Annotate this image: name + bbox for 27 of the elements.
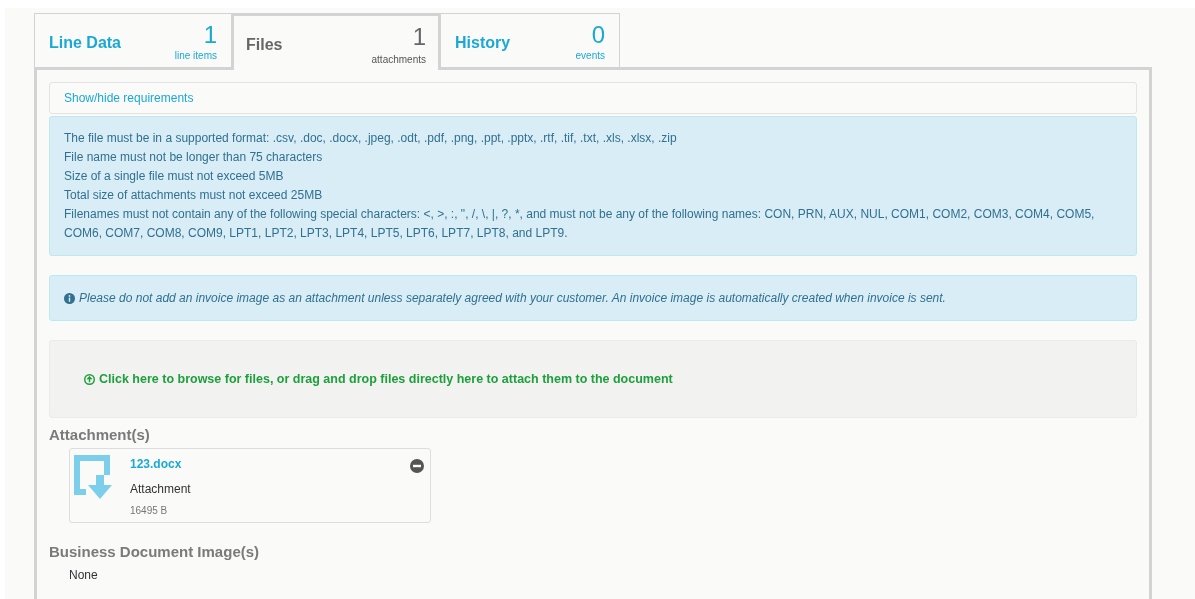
tab-caption: attachments xyxy=(371,53,426,67)
remove-icon[interactable] xyxy=(410,458,424,473)
attachments-heading: Attachment(s) xyxy=(49,425,151,445)
tab[interactable]: History 0 events xyxy=(440,13,620,70)
requirement-text: File name must not be longer than 75 characters xyxy=(64,149,324,166)
requirement-text: Filenames must not contain any of the following special characters: <, >, :, ", /, \, |, ?, *, and must not be any of the following names: CON, PRN, AUX, NUL, COM1, COM2, COM3, COM4, COM5, COM6, COM7, COM8, COM9, LPT1, LPT2, LPT3, LPT4, LPT5, LPT6, LPT7, LPT8, and LPT9. xyxy=(64,206,1096,242)
requirement-text: The file must be in a supported format: .csv, .doc, .docx, .jpeg, .odt, .pdf, .png, .ppt, .pptx, .rtf, .tif, .txt, .xls, .xlsx, .zip xyxy=(64,130,678,147)
attachment-name-link[interactable]: 123.docx xyxy=(130,454,191,473)
tab-count: 1 xyxy=(412,24,426,50)
tab-count: 1 xyxy=(203,22,217,48)
tab-caption: events xyxy=(575,49,605,63)
tab[interactable]: Files 1 attachments xyxy=(231,13,441,70)
requirement-text: Size of a single file must not exceed 5MB xyxy=(64,168,285,185)
attachment-type: Attachment xyxy=(130,480,191,498)
business-document-images-heading: Business Document Image(s) xyxy=(49,541,261,562)
notice-text: Please do not add an invoice image as an attachment unless separately agreed with your customer. An invoice image is automatically created when invoice is sent. xyxy=(79,290,946,307)
info-icon xyxy=(64,292,75,304)
no-images-text: None xyxy=(68,567,99,584)
tab-caption: line items xyxy=(174,49,217,63)
drop-zone-text: Click here to browse for files, or drag and drop files directly here to attach them to the document xyxy=(99,370,673,388)
attachment-size: 16495 B xyxy=(130,503,169,518)
file-drop-zone[interactable]: Click here to browse for files, or drag and drop files directly here to attach them to the document xyxy=(49,340,1137,418)
upload-icon xyxy=(84,373,95,385)
tab[interactable]: Line Data 1 line items xyxy=(34,13,232,70)
requirement-text: Total size of attachments must not exceed 25MB xyxy=(64,187,324,204)
tab-count: 0 xyxy=(591,22,605,48)
show-hide-requirements-link[interactable]: Show/hide requirements xyxy=(64,89,194,107)
